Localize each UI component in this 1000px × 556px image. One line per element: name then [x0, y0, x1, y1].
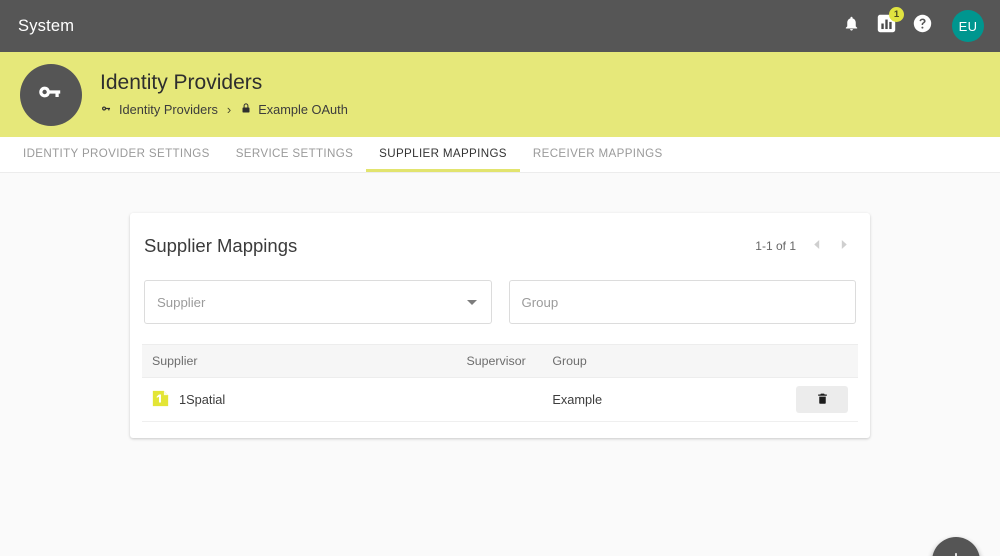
cell-group: Example — [542, 377, 769, 422]
add-supplier-mapping-fab[interactable] — [932, 537, 980, 556]
column-header-group: Group — [542, 344, 769, 378]
chevron-down-icon — [466, 299, 477, 305]
table-head: Supplier Supervisor Group — [142, 344, 858, 378]
top-app-bar: System 1 EU — [0, 0, 1000, 52]
page-banner: Identity Providers Identity Providers › — [0, 52, 1000, 137]
banner-avatar — [20, 63, 82, 126]
supplier-name: 1Spatial — [179, 392, 226, 407]
chevron-right-icon — [840, 237, 849, 255]
breadcrumb-item-example-oauth: Example OAuth — [240, 101, 348, 118]
page-root: System 1 EU Identity Providers Identity … — [0, 0, 1000, 556]
group-input[interactable]: Group — [508, 280, 856, 324]
group-input-placeholder: Group — [521, 294, 559, 310]
content-area: Supplier Mappings 1-1 of 1 Supplier Grou… — [0, 173, 1000, 556]
table-row[interactable]: 1Spatial Example — [142, 377, 858, 422]
tab-receiver-mappings[interactable]: RECEIVER MAPPINGS — [520, 137, 676, 172]
pagination: 1-1 of 1 — [755, 238, 856, 254]
chevron-left-icon — [812, 237, 821, 255]
topbar-actions: 1 EU — [843, 7, 984, 42]
app-title: System — [18, 16, 75, 35]
lock-icon — [240, 101, 252, 118]
supplier-select[interactable]: Supplier — [144, 280, 492, 324]
tab-supplier-mappings[interactable]: SUPPLIER MAPPINGS — [366, 137, 520, 172]
supplier-select-value: Supplier — [157, 294, 206, 310]
tab-bar: IDENTITY PROVIDER SETTINGS SERVICE SETTI… — [0, 137, 1000, 173]
column-header-supplier: Supplier — [142, 344, 457, 378]
trash-icon — [816, 391, 829, 409]
column-header-actions — [768, 344, 858, 378]
card-title: Supplier Mappings — [144, 235, 298, 256]
reports-badge: 1 — [889, 7, 904, 22]
banner-text: Identity Providers Identity Providers › — [100, 71, 348, 118]
key-icon — [100, 102, 113, 118]
cell-supervisor — [456, 377, 543, 422]
1spatial-logo-icon — [152, 390, 169, 410]
cell-supplier: 1Spatial — [142, 377, 457, 422]
supplier-mappings-table: Supplier Supervisor Group 1Spatial Examp… — [142, 344, 858, 422]
user-avatar[interactable]: EU — [952, 10, 984, 42]
column-header-supervisor: Supervisor — [456, 344, 543, 378]
pagination-range: 1-1 of 1 — [755, 239, 796, 253]
help-circle-icon — [913, 14, 932, 38]
breadcrumb-label: Example OAuth — [258, 102, 348, 117]
delete-row-button[interactable] — [796, 386, 848, 413]
breadcrumb-label: Identity Providers — [119, 102, 218, 117]
card-header: Supplier Mappings 1-1 of 1 — [142, 227, 858, 261]
reports-button[interactable]: 1 — [877, 7, 904, 38]
table-header-row: Supplier Supervisor Group — [142, 344, 858, 378]
supplier-mappings-card: Supplier Mappings 1-1 of 1 Supplier Grou… — [130, 213, 870, 438]
tab-identity-provider-settings[interactable]: IDENTITY PROVIDER SETTINGS — [10, 137, 223, 172]
plus-icon — [946, 549, 966, 556]
page-title: Identity Providers — [100, 71, 263, 94]
tab-service-settings[interactable]: SERVICE SETTINGS — [223, 137, 366, 172]
pagination-next-button[interactable] — [836, 238, 852, 254]
pagination-prev-button[interactable] — [808, 238, 824, 254]
help-button[interactable] — [913, 14, 932, 38]
breadcrumb-item-identity-providers[interactable]: Identity Providers — [100, 102, 218, 118]
table-body: 1Spatial Example — [142, 377, 858, 422]
breadcrumb: Identity Providers › Example OAuth — [100, 101, 348, 118]
supplier-cell-content: 1Spatial — [152, 390, 446, 410]
breadcrumb-separator: › — [226, 102, 232, 117]
cell-actions — [768, 377, 858, 422]
notifications-button[interactable] — [843, 14, 860, 38]
key-icon — [34, 75, 68, 114]
bell-icon — [843, 14, 860, 38]
filter-row: Supplier Group — [142, 280, 858, 324]
